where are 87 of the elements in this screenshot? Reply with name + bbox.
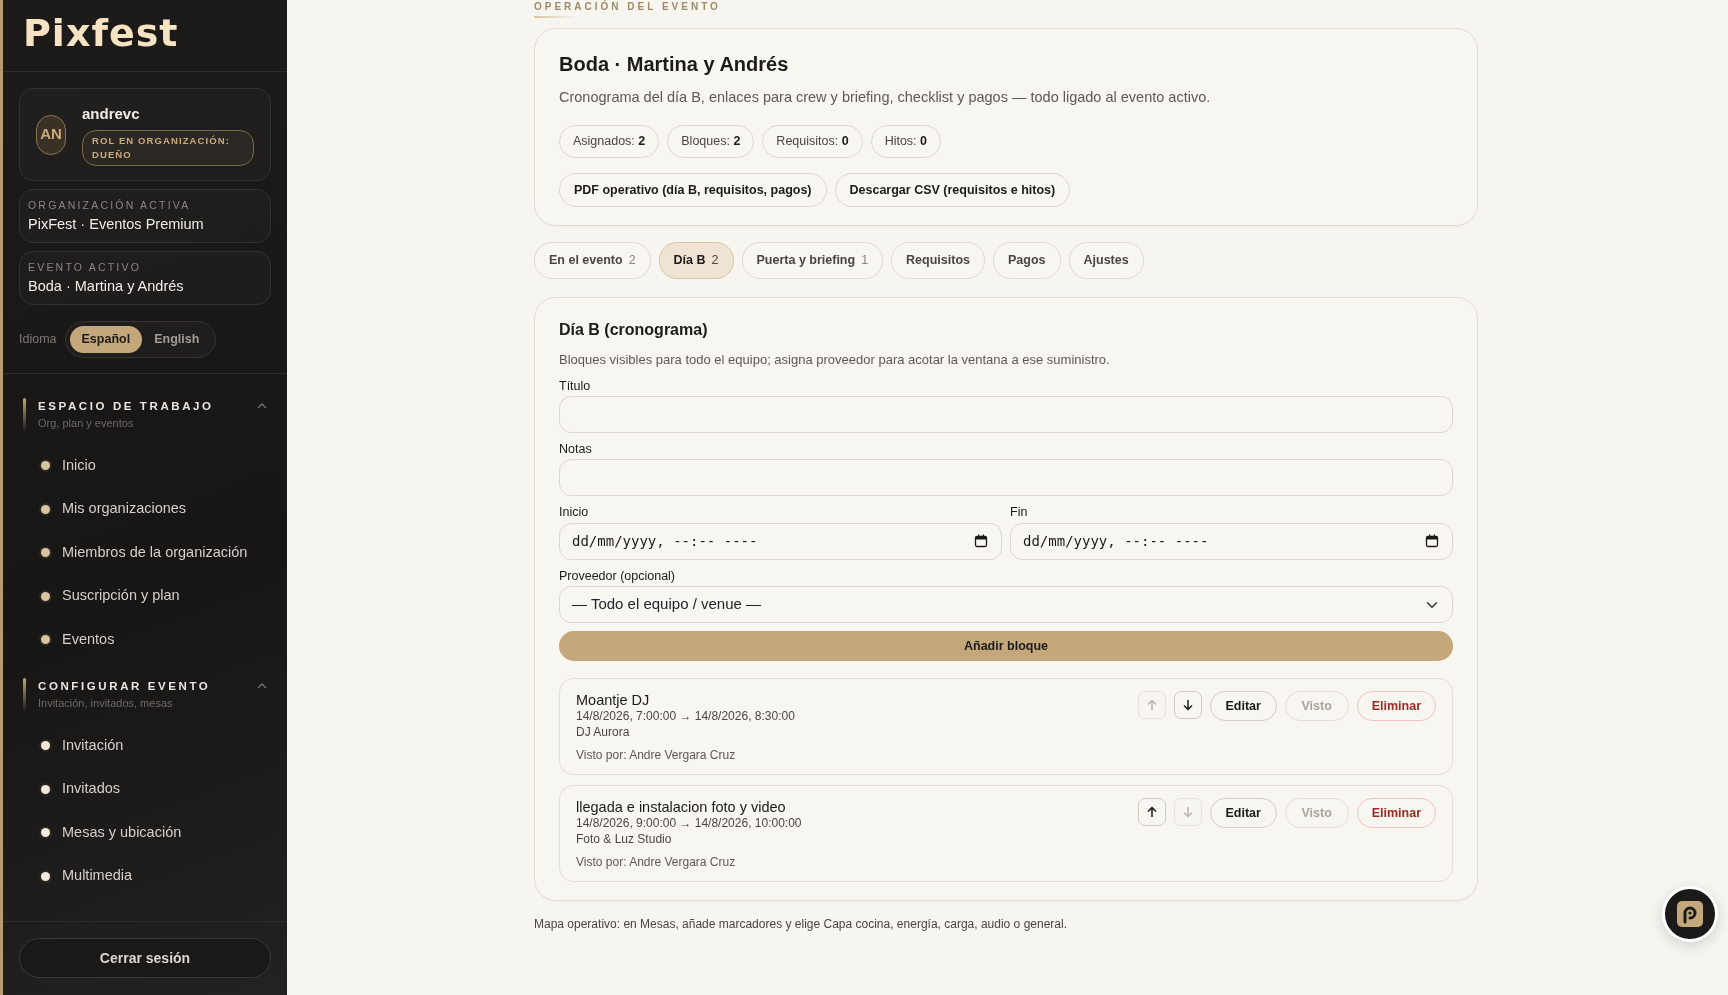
nav-link[interactable]: Suscripción y plan (62, 585, 180, 608)
chat-button[interactable] (1662, 886, 1718, 942)
field-label: Notas (559, 441, 593, 457)
provider-select[interactable]: — Todo el equipo / venue — (559, 586, 1453, 623)
stat-chip: Requisitos: 0 (762, 124, 863, 158)
tab[interactable]: Pagos (993, 242, 1061, 279)
stat-chip: Asignados: 2 (559, 124, 660, 158)
section-subtitle: Org, plan y eventos (38, 416, 135, 431)
tab[interactable]: Requisitos (891, 242, 985, 279)
calendar-icon (974, 533, 988, 548)
logo[interactable]: Pixfest (23, 14, 267, 52)
tab[interactable]: Puerta y briefing 1 (741, 242, 884, 279)
section-title: ESPACIO DE TRABAJO (38, 398, 215, 414)
bullet-dot (41, 784, 50, 794)
arrow-up-icon (1145, 699, 1158, 711)
tab[interactable]: Día B 2 (658, 242, 734, 279)
section-eyebrow: OPERACIÓN DEL EVENTO (534, 1, 722, 12)
chevron-up-icon[interactable] (257, 681, 267, 690)
arrow-up-icon (1145, 805, 1158, 818)
footnote: Mapa operativo: en Mesas, añade marcadores y elige Capa cocina, energía, carga, audio o general. (534, 915, 1068, 933)
action-button[interactable]: PDF operativo (día B, requisitos, pagos) (559, 172, 827, 208)
arrow-down-icon (1181, 805, 1194, 818)
bullet-dot (41, 741, 50, 750)
text-input[interactable] (559, 395, 1453, 433)
bullet-dot (41, 828, 50, 838)
field-label: Inicio (559, 505, 590, 520)
logout-button[interactable]: Cerrar sesión (19, 938, 271, 978)
text-input[interactable] (559, 459, 1453, 497)
event-description: Cronograma del día B, enlaces para crew y briefing, checklist y pagos — todo ligado al evento activo. (559, 88, 1212, 107)
logo-icon (1677, 901, 1703, 927)
user-name: andrevc (82, 104, 141, 125)
block-title: llegada e instalacion foto y video (576, 797, 787, 817)
card-label: EVENTO ACTIVO (28, 260, 142, 275)
bullet-dot (41, 635, 50, 645)
block-vendor: Foto & Luz Studio (576, 831, 673, 848)
stat-chip: Bloques: 2 (667, 124, 755, 158)
date-input[interactable]: dd/mm/yyyy, --:-- ---- (559, 522, 1002, 560)
edit-button[interactable]: Editar (1209, 797, 1277, 828)
section-subtitle: Invitación, invitados, mesas (38, 695, 174, 711)
nav-link[interactable]: Inicio (62, 454, 96, 477)
nav-link[interactable]: Multimedia (62, 865, 133, 888)
field-label: Título (559, 378, 592, 393)
field-label: Proveedor (opcional) (559, 568, 677, 583)
delete-button[interactable]: Eliminar (1356, 691, 1436, 721)
nav-link[interactable]: Invitación (62, 734, 124, 757)
nav-link[interactable]: Eventos (62, 629, 115, 651)
move-down-button[interactable] (1173, 691, 1202, 719)
bullet-dot (41, 504, 50, 514)
panel-description: Bloques visibles para todo el equipo; asigna proveedor para acotar la ventana a ese suministro. (559, 351, 1111, 369)
role-badge: ROL EN ORGANIZACIÓN: DUEÑO (82, 130, 254, 166)
action-button[interactable]: Descargar CSV (requisitos e hitos) (834, 172, 1071, 208)
nav-link[interactable]: Invitados (62, 778, 121, 800)
block-time: 14/8/2026, 9:00:00 → 14/8/2026, 10:00:00 (576, 816, 802, 832)
arrow-down-icon (1181, 699, 1194, 711)
bullet-dot (41, 871, 50, 881)
bullet-dot (41, 548, 50, 558)
tab[interactable]: En el evento 2 (534, 242, 651, 279)
delete-button[interactable]: Eliminar (1356, 797, 1436, 828)
panel-title: Día B (cronograma) (559, 320, 709, 340)
block-title: Moantje DJ (576, 691, 651, 710)
card-label: ORGANIZACIÓN ACTIVA (28, 198, 192, 213)
language-option[interactable]: Español (69, 326, 143, 353)
language-label: Idioma (19, 331, 57, 348)
nav-link[interactable]: Miembros de la organización (62, 541, 248, 564)
bullet-dot (41, 461, 50, 471)
card-value: PixFest · Eventos Premium (28, 214, 205, 234)
date-input[interactable]: dd/mm/yyyy, --:-- ---- (1010, 522, 1453, 560)
edit-button[interactable]: Editar (1209, 691, 1277, 721)
avatar: AN (36, 114, 66, 155)
block-time: 14/8/2026, 7:00:00 → 14/8/2026, 8:30:00 (576, 709, 795, 725)
language-option[interactable]: English (142, 326, 212, 353)
calendar-icon (1425, 533, 1439, 548)
nav-link[interactable]: Mis organizaciones (62, 498, 187, 520)
field-label: Fin (1010, 505, 1029, 520)
bullet-dot (41, 591, 50, 601)
block-vendor: DJ Aurora (576, 724, 631, 741)
stat-chip: Hitos: 0 (870, 124, 941, 158)
section-title: CONFIGURAR EVENTO (38, 678, 212, 694)
chevron-up-icon[interactable] (257, 401, 267, 410)
event-title: Boda · Martina y Andrés (559, 52, 790, 77)
seen-by: Visto por: Andre Vergara Cruz (576, 855, 737, 871)
nav-link[interactable]: Mesas y ubicación (62, 821, 182, 844)
add-block-button[interactable]: Añadir bloque (559, 631, 1453, 661)
tab[interactable]: Ajustes (1068, 242, 1144, 279)
move-up-button[interactable] (1137, 797, 1166, 826)
seen-by: Visto por: Andre Vergara Cruz (576, 748, 737, 764)
card-value: Boda · Martina y Andrés (28, 276, 185, 296)
